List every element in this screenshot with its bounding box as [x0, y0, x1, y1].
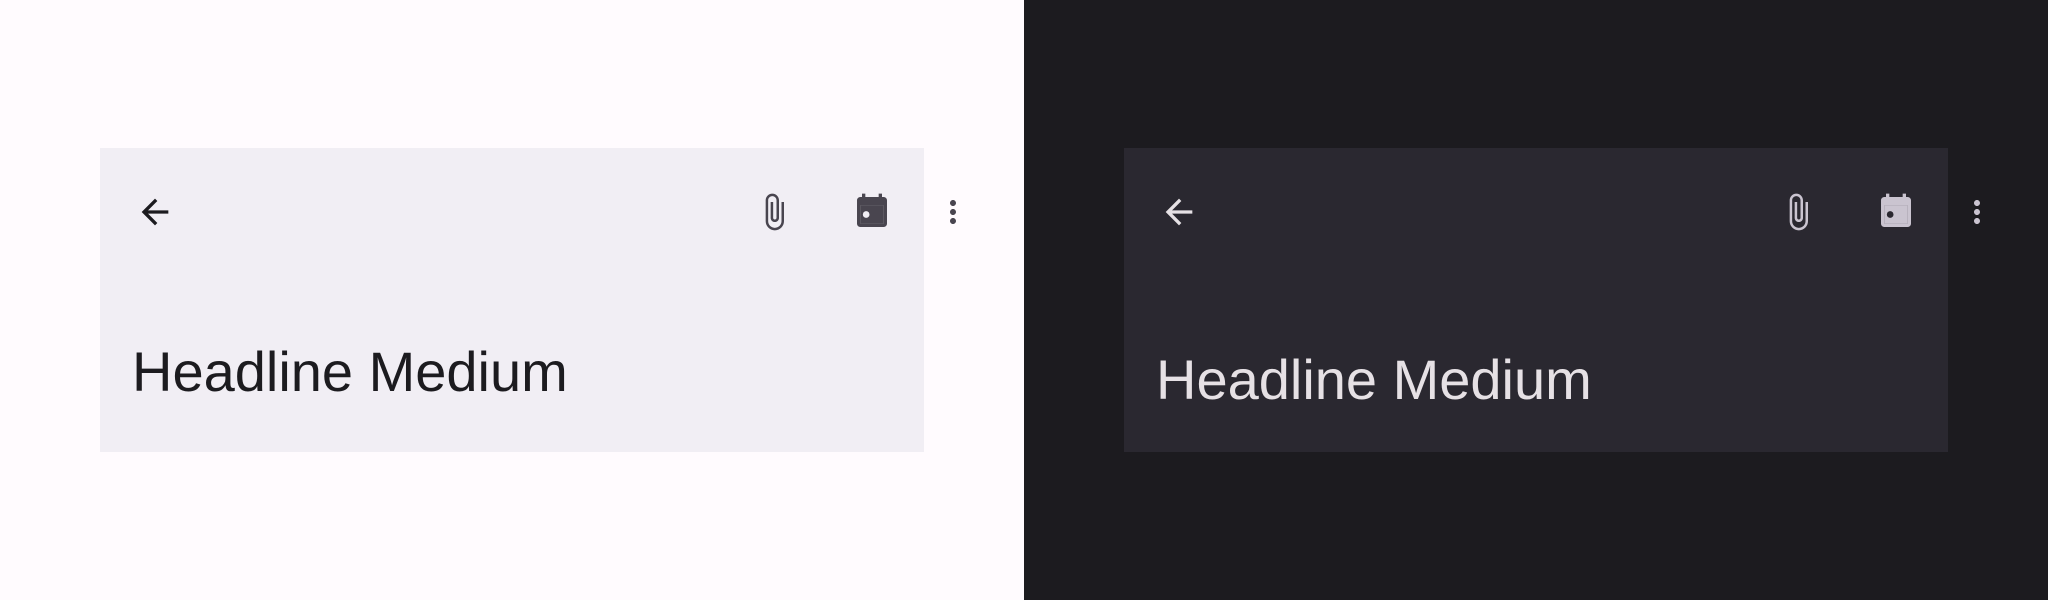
- attach-file-icon: [765, 193, 784, 231]
- attach-file-icon: [1789, 193, 1808, 231]
- more-options-button[interactable]: [935, 180, 971, 244]
- attach-file-button[interactable]: [742, 180, 806, 244]
- back-button[interactable]: [123, 180, 187, 244]
- event-button[interactable]: [1864, 180, 1928, 244]
- more-options-button[interactable]: [1959, 180, 1995, 244]
- arrow-back-icon: [1165, 198, 1193, 226]
- medium-top-app-bar: Headline Medium: [100, 148, 956, 452]
- arrow-back-icon: [141, 198, 169, 226]
- back-button[interactable]: [1147, 180, 1211, 244]
- more-vert-icon: [950, 200, 956, 224]
- more-vert-icon: [1974, 200, 1980, 224]
- medium-top-app-bar: Headline Medium: [1124, 148, 1980, 452]
- headline-title: Headline Medium: [1156, 348, 1592, 411]
- headline-title: Headline Medium: [132, 340, 568, 403]
- event-icon: [1881, 193, 1911, 227]
- attach-file-button[interactable]: [1766, 180, 1830, 244]
- event-icon: [857, 193, 887, 227]
- event-button[interactable]: [840, 180, 904, 244]
- light-theme-panel: Headline Medium: [0, 0, 1024, 600]
- dark-theme-panel: Headline Medium: [1024, 0, 2048, 600]
